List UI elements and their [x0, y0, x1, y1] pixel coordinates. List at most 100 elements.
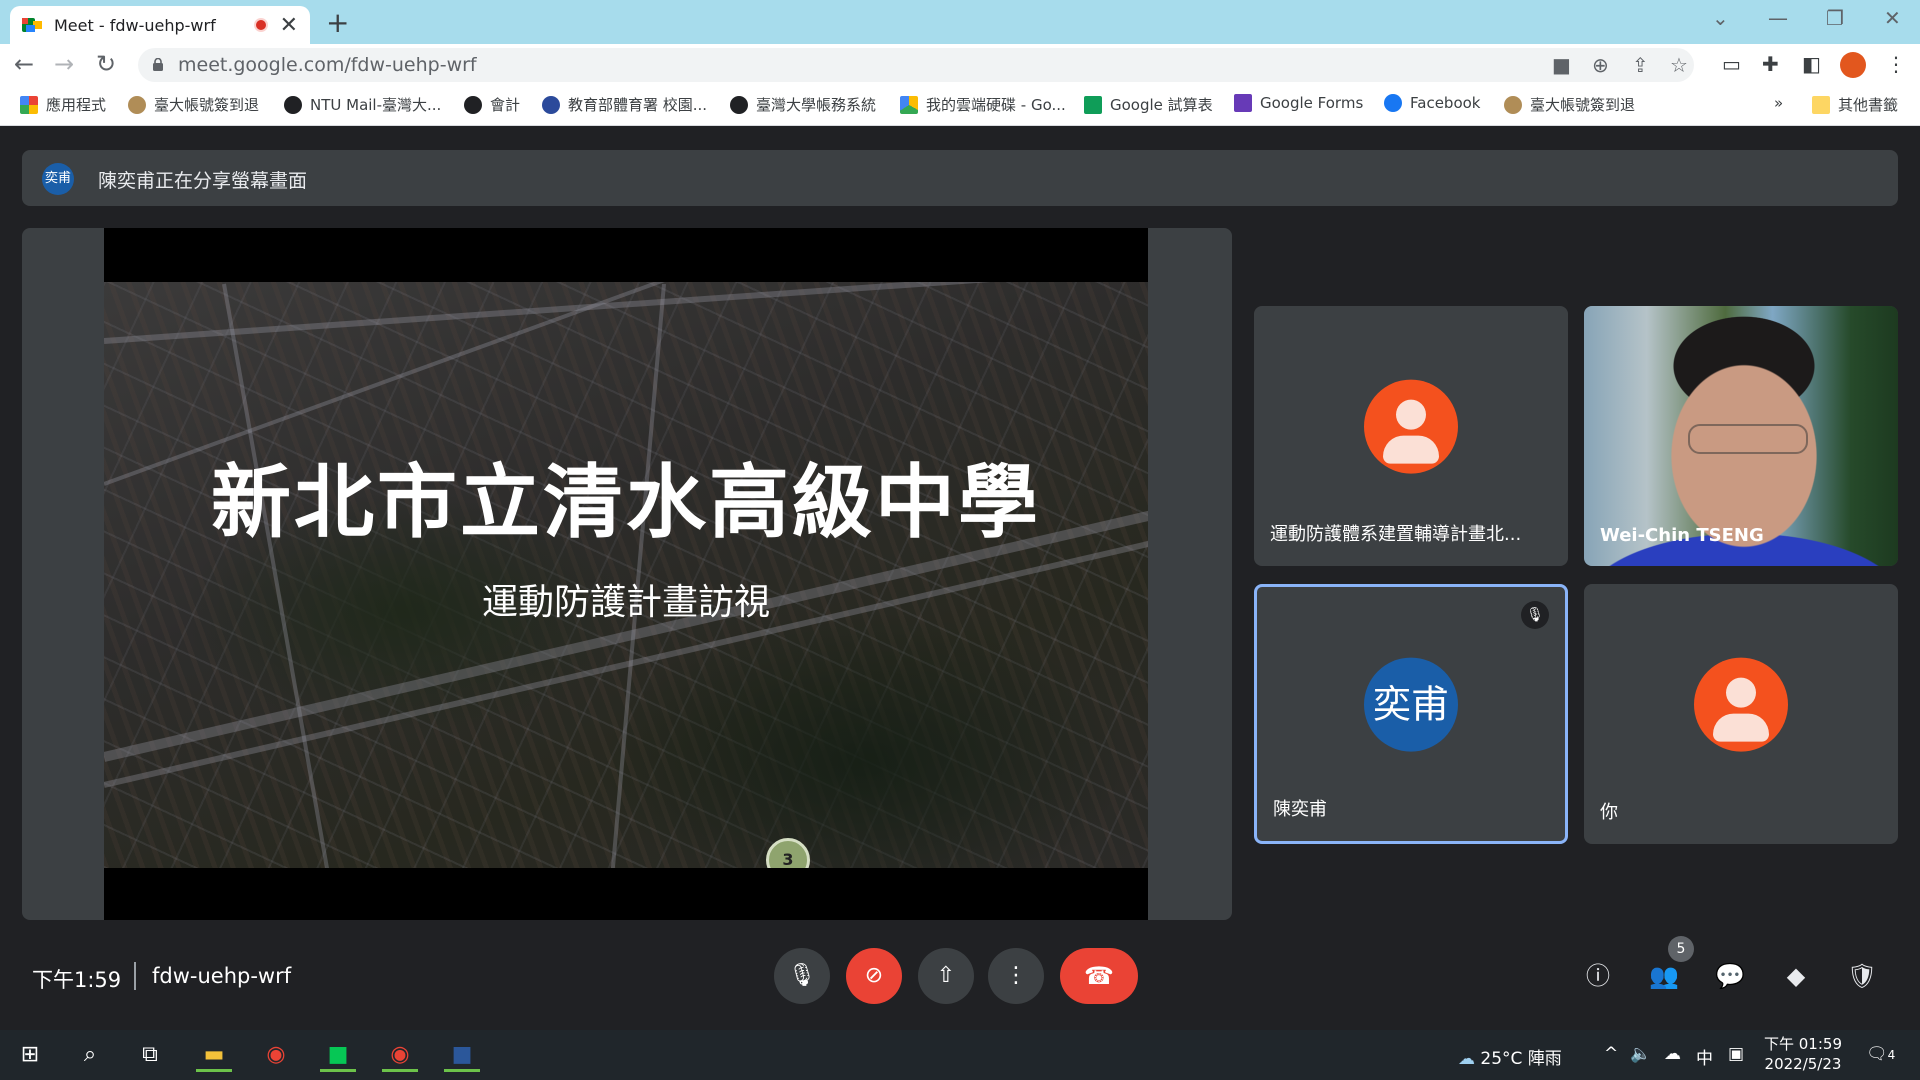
bookmark-item[interactable]: 教育部體育署 校園...	[542, 94, 707, 115]
task-view-button[interactable]: ⧉	[128, 1038, 172, 1072]
people-count-badge: 5	[1668, 936, 1694, 962]
bookmark-item[interactable]: 臺大帳號簽到退	[1504, 94, 1635, 115]
search-button[interactable]: ⌕	[68, 1038, 112, 1072]
people-icon: 👥	[1649, 962, 1679, 990]
bookmark-item[interactable]: Facebook	[1384, 94, 1480, 112]
microphone-icon: 🎙	[788, 963, 816, 988]
google-meet-icon	[22, 16, 42, 34]
people-button[interactable]: 👥	[1646, 958, 1682, 994]
show-hidden-icons[interactable]: ^	[1604, 1044, 1618, 1064]
new-tab-icon[interactable]: +	[326, 6, 349, 39]
screen-share-tile[interactable]: 3 新北市立清水高級中學 運動防護計畫訪視	[22, 228, 1232, 920]
participant-name: 運動防護體系建置輔導計畫北...	[1270, 524, 1522, 545]
host-controls-button[interactable]: 🛡	[1844, 958, 1880, 994]
camera-off-button[interactable]: ⊘	[846, 948, 902, 1004]
presenter-avatar: 奕甫	[42, 163, 74, 195]
moe-seal-icon	[542, 95, 560, 114]
bookmark-item[interactable]: 臺大帳號簽到退	[128, 94, 259, 115]
ime-indicator[interactable]: 中	[1696, 1044, 1713, 1069]
minimize-icon[interactable]: —	[1768, 6, 1788, 30]
participant-tile-self[interactable]: 你	[1584, 584, 1898, 844]
notification-center[interactable]: 🗨4	[1866, 1044, 1895, 1064]
taskbar-chrome[interactable]: ◉	[254, 1038, 298, 1072]
task-view-icon: ⧉	[142, 1042, 158, 1067]
restore-icon[interactable]: ❐	[1826, 6, 1844, 30]
camera-off-icon: ⊘	[864, 963, 884, 988]
info-icon: ⓘ	[1586, 962, 1610, 990]
apps-grid-icon	[20, 95, 38, 114]
camera-blocked-icon[interactable]: ■	[1552, 53, 1571, 77]
shared-slide: 3 新北市立清水高級中學 運動防護計畫訪視	[104, 228, 1148, 920]
onedrive-icon[interactable]: ☁	[1664, 1044, 1681, 1064]
chat-icon: 💬	[1715, 962, 1745, 990]
meeting-details-button[interactable]: ⓘ	[1580, 958, 1616, 994]
participant-name: Wei-Chin TSENG	[1600, 525, 1764, 546]
tab-search-chevron-icon[interactable]: ⌄	[1712, 6, 1729, 30]
taskbar-clock[interactable]: 下午 01:59 2022/5/23	[1764, 1034, 1842, 1074]
close-window-icon[interactable]: ✕	[1884, 6, 1901, 30]
profile-avatar[interactable]	[1840, 52, 1866, 78]
windows-logo-icon: ⊞	[20, 1042, 40, 1067]
participant-tile-active-speaker[interactable]: 🎙 奕甫 陳奕甫	[1254, 584, 1568, 844]
volume-icon[interactable]: 🔈	[1630, 1044, 1651, 1064]
divider	[134, 962, 136, 990]
presenting-text: 陳奕甫正在分享螢幕畫面	[98, 170, 308, 192]
bookmark-item[interactable]: Google Forms	[1234, 94, 1363, 112]
weather-widget[interactable]: ☁ 25°C 陣雨	[1458, 1044, 1562, 1069]
extensions-icon[interactable]: ✚	[1762, 52, 1779, 76]
taskbar-chrome-profile[interactable]: ◉	[378, 1038, 422, 1072]
leave-call-button[interactable]: ☎	[1060, 948, 1138, 1004]
present-screen-icon: ⇧	[936, 963, 956, 988]
bookmark-star-icon[interactable]: ☆	[1670, 53, 1688, 77]
participant-tile-video[interactable]: Wei-Chin TSENG	[1584, 306, 1898, 566]
taskbar-word[interactable]: ■	[440, 1038, 484, 1072]
participant-name: 陳奕甫	[1273, 799, 1327, 820]
bookmark-item[interactable]: 會計	[464, 94, 520, 115]
tab-close-icon[interactable]: ✕	[280, 13, 298, 38]
forward-icon[interactable]: →	[54, 50, 74, 78]
meeting-code: fdw-uehp-wrf	[152, 964, 292, 988]
browser-tab-meet[interactable]: Meet - fdw-uehp-wrf ✕	[10, 6, 310, 44]
address-bar[interactable]: meet.google.com/fdw-uehp-wrf ■ ⊕ ⇪ ☆	[138, 48, 1694, 82]
cast-icon[interactable]: ▭	[1722, 52, 1741, 76]
back-icon[interactable]: ←	[14, 50, 34, 78]
lock-icon	[153, 58, 163, 71]
hangup-icon: ☎	[1084, 962, 1114, 990]
browser-toolbar: ← → ↻ meet.google.com/fdw-uehp-wrf ■ ⊕ ⇪…	[0, 44, 1920, 86]
line-app-icon: ■	[327, 1042, 349, 1067]
present-screen-button[interactable]: ⇧	[918, 948, 974, 1004]
meeting-time: 下午1:59	[32, 968, 122, 992]
person-avatar-icon	[1694, 657, 1788, 752]
participant-tile[interactable]: 運動防護體系建置輔導計畫北...	[1254, 306, 1568, 566]
google-forms-icon	[1234, 94, 1252, 112]
clock-date: 2022/5/23	[1764, 1055, 1842, 1073]
other-bookmarks[interactable]: 其他書籤	[1812, 94, 1898, 115]
more-options-button[interactable]: ⋮	[988, 948, 1044, 1004]
google-sheets-icon	[1084, 95, 1102, 114]
more-bookmarks-button[interactable]: »	[1774, 94, 1783, 112]
browser-menu-icon[interactable]: ⋮	[1886, 52, 1906, 76]
taskbar-line[interactable]: ■	[316, 1038, 360, 1072]
notification-icon: 🗨	[1866, 1044, 1888, 1064]
activities-button[interactable]: ◆	[1778, 958, 1814, 994]
windows-start-button[interactable]: ⊞	[8, 1038, 52, 1072]
ime-mode-icon[interactable]: ▣	[1728, 1044, 1744, 1064]
bookmark-apps[interactable]: 應用程式	[20, 94, 106, 115]
slide-subtitle: 運動防護計畫訪視	[481, 582, 770, 623]
share-icon[interactable]: ⇪	[1632, 53, 1649, 77]
taskbar-file-explorer[interactable]: ▬	[192, 1038, 236, 1072]
zoom-icon[interactable]: ⊕	[1592, 53, 1609, 77]
folder-icon: ▬	[203, 1042, 225, 1067]
video-detail	[1688, 424, 1808, 454]
chrome-icon: ◉	[266, 1042, 286, 1067]
bookmark-item[interactable]: 臺灣大學帳務系統	[730, 94, 876, 115]
activities-icon: ◆	[1786, 962, 1806, 990]
reload-icon[interactable]: ↻	[96, 50, 116, 78]
bookmark-item[interactable]: NTU Mail-臺灣大...	[284, 94, 441, 115]
ntu-seal-icon	[128, 95, 146, 114]
side-panel-icon[interactable]: ◧	[1802, 52, 1821, 76]
bookmark-item[interactable]: Google 試算表	[1084, 94, 1213, 115]
microphone-button[interactable]: 🎙	[774, 948, 830, 1004]
chat-button[interactable]: 💬	[1712, 958, 1748, 994]
bookmark-item[interactable]: 我的雲端硬碟 - Go...	[900, 94, 1066, 115]
